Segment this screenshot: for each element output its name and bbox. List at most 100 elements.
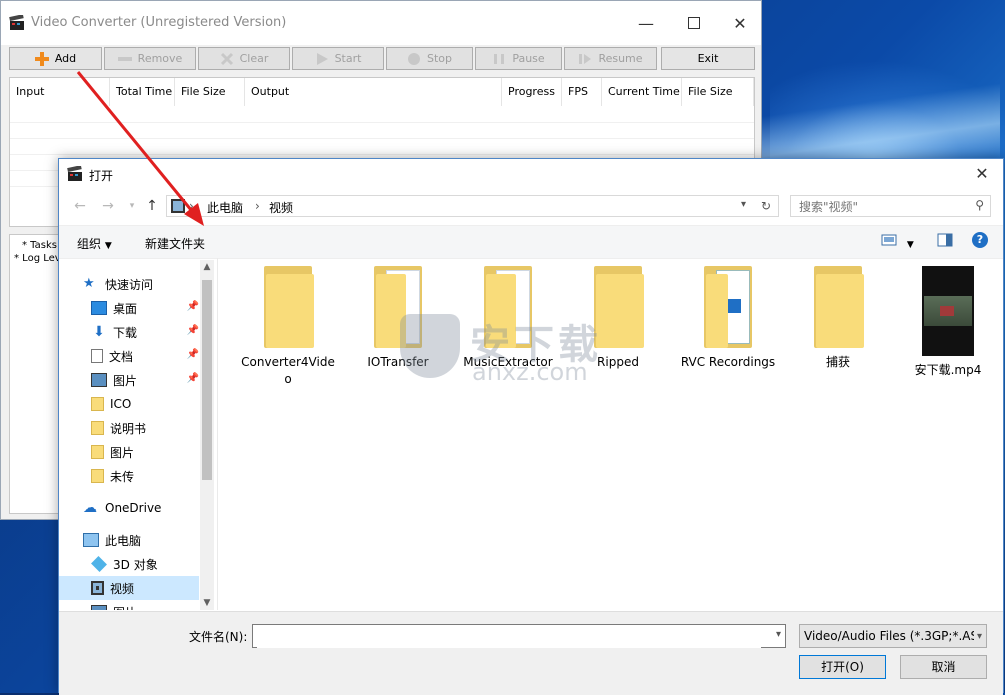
column-header[interactable]: File Size bbox=[682, 78, 754, 106]
nav-item-pc-pictures[interactable]: 图片 bbox=[91, 600, 199, 610]
scrollbar-thumb[interactable] bbox=[202, 280, 212, 480]
column-header[interactable]: Output bbox=[245, 78, 502, 106]
nav-label: OneDrive bbox=[105, 501, 162, 515]
organize-menu[interactable]: 组织 ▼ bbox=[77, 235, 112, 252]
log-line: * Log Lev bbox=[14, 253, 59, 264]
add-button[interactable]: Add bbox=[9, 47, 102, 70]
chevron-down-icon: ▼ bbox=[906, 240, 914, 250]
file-name: RVC Recordings bbox=[680, 355, 776, 369]
file-item[interactable]: MusicExtractor bbox=[460, 266, 556, 371]
close-button[interactable]: ✕ bbox=[717, 1, 763, 45]
search-box[interactable]: ⚲ bbox=[790, 195, 991, 217]
nav-item-videos[interactable]: 视频 bbox=[59, 576, 199, 600]
filetype-select[interactable]: Video/Audio Files (*.3GP;*.AS ▾ bbox=[799, 624, 987, 648]
filename-field[interactable]: ▾ bbox=[252, 624, 786, 648]
clear-label: Clear bbox=[239, 52, 269, 65]
x-icon bbox=[220, 52, 233, 65]
stop-label: Stop bbox=[426, 52, 452, 65]
scroll-down-icon[interactable]: ▼ bbox=[200, 598, 214, 608]
filename-input[interactable] bbox=[257, 626, 761, 648]
minimize-button[interactable]: — bbox=[623, 1, 669, 45]
nav-item-downloads[interactable]: ⬇ 下载 📌 bbox=[91, 320, 199, 344]
maximize-icon bbox=[688, 17, 700, 29]
scroll-up-icon[interactable]: ▲ bbox=[200, 262, 214, 272]
resume-button[interactable]: Resume bbox=[564, 47, 657, 70]
preview-pane-icon bbox=[937, 233, 953, 247]
folder-icon bbox=[592, 266, 644, 348]
column-header[interactable]: FPS bbox=[562, 78, 602, 106]
nav-quick-access[interactable]: ★ 快速访问 bbox=[83, 272, 215, 296]
file-item[interactable]: Ripped bbox=[570, 266, 666, 371]
navigation-pane: ★ 快速访问 桌面 📌 ⬇ 下载 📌 文档 📌 图片 📌 ICO 说明书 图片 … bbox=[59, 258, 215, 610]
breadcrumb-this-pc[interactable]: 此电脑 bbox=[207, 199, 243, 216]
folder-icon bbox=[91, 421, 104, 435]
nav-scrollbar[interactable]: ▲ ▼ bbox=[200, 260, 214, 610]
file-item[interactable]: IOTransfer bbox=[350, 266, 446, 371]
file-item[interactable]: RVC Recordings bbox=[680, 266, 776, 371]
dialog-footer: 文件名(N): ▾ Video/Audio Files (*.3GP;*.AS … bbox=[59, 611, 1003, 695]
breadcrumb-videos[interactable]: 视频 bbox=[269, 199, 293, 216]
help-button[interactable]: ? bbox=[972, 232, 988, 248]
pause-icon bbox=[494, 53, 505, 64]
column-header[interactable]: Input bbox=[10, 78, 110, 106]
forward-button[interactable]: → bbox=[99, 197, 117, 215]
nav-onedrive[interactable]: ☁ OneDrive bbox=[83, 496, 215, 520]
clear-button[interactable]: Clear bbox=[198, 47, 290, 70]
resume-icon bbox=[579, 53, 592, 64]
up-button[interactable]: ↑ bbox=[143, 197, 161, 215]
pause-button[interactable]: Pause bbox=[475, 47, 562, 70]
table-row bbox=[10, 122, 754, 123]
file-item[interactable]: 捕获 bbox=[790, 266, 886, 371]
remove-button[interactable]: Remove bbox=[104, 47, 196, 70]
nav-this-pc[interactable]: 此电脑 bbox=[83, 528, 215, 552]
file-item[interactable]: Converter4Video bbox=[240, 266, 336, 388]
nav-label: 未传 bbox=[110, 469, 135, 484]
table-row bbox=[10, 138, 754, 139]
nav-item-pictures[interactable]: 图片 📌 bbox=[91, 368, 199, 392]
chevron-down-icon[interactable]: ▾ bbox=[776, 629, 781, 640]
command-bar: 组织 ▼ 新建文件夹 ▼ ? bbox=[59, 225, 1003, 259]
refresh-icon[interactable]: ↻ bbox=[761, 199, 771, 213]
address-dropdown-icon[interactable]: ▾ bbox=[741, 199, 746, 210]
column-header[interactable]: Total Time bbox=[110, 78, 175, 106]
stop-icon bbox=[407, 52, 420, 65]
nav-label: 下载 bbox=[113, 325, 138, 340]
file-name: Converter4Video bbox=[241, 355, 335, 386]
nav-item-desktop[interactable]: 桌面 📌 bbox=[91, 296, 199, 320]
folder-icon bbox=[812, 266, 864, 348]
address-bar[interactable]: › 此电脑 › 视频 ▾ ↻ bbox=[166, 195, 779, 217]
cancel-button[interactable]: 取消 bbox=[900, 655, 987, 679]
nav-item-ico[interactable]: ICO bbox=[91, 392, 199, 416]
nav-item-3d-objects[interactable]: 3D 对象 bbox=[91, 552, 199, 576]
dialog-titlebar: 打开 ✕ bbox=[59, 159, 1003, 189]
open-button[interactable]: 打开(O) bbox=[799, 655, 886, 679]
exit-button[interactable]: Exit bbox=[661, 47, 755, 70]
file-item[interactable]: 安下载.mp4 bbox=[900, 266, 996, 379]
new-folder-button[interactable]: 新建文件夹 bbox=[145, 235, 205, 252]
column-header[interactable]: File Size bbox=[175, 78, 245, 106]
nav-item-pictures-folder[interactable]: 图片 bbox=[91, 440, 199, 464]
folder-icon bbox=[262, 266, 314, 348]
view-options-button[interactable]: ▼ bbox=[881, 233, 914, 250]
dialog-close-button[interactable]: ✕ bbox=[967, 163, 997, 185]
start-label: Start bbox=[334, 52, 362, 65]
app-title: Video Converter (Unregistered Version) bbox=[31, 15, 287, 30]
recent-locations-button[interactable]: ▾ bbox=[123, 197, 141, 215]
start-button[interactable]: Start bbox=[292, 47, 384, 70]
stop-button[interactable]: Stop bbox=[386, 47, 473, 70]
column-header[interactable]: Current Time bbox=[602, 78, 682, 106]
nav-label: ICO bbox=[110, 397, 132, 411]
log-panel[interactable]: * Tasks * Log Lev bbox=[9, 234, 59, 514]
nav-label: 图片 bbox=[113, 373, 138, 388]
nav-item-documents[interactable]: 文档 📌 bbox=[91, 344, 199, 368]
nav-item-unuploaded[interactable]: 未传 bbox=[91, 464, 199, 488]
organize-label: 组织 bbox=[77, 237, 102, 251]
maximize-button[interactable] bbox=[671, 1, 717, 45]
preview-pane-button[interactable] bbox=[937, 233, 953, 250]
arrow-right-icon: → bbox=[102, 198, 114, 214]
search-input[interactable] bbox=[797, 197, 971, 217]
nav-item-manual[interactable]: 说明书 bbox=[91, 416, 199, 440]
column-header[interactable]: Progress bbox=[502, 78, 562, 106]
folder-icon bbox=[91, 469, 104, 483]
back-button[interactable]: ← bbox=[71, 197, 89, 215]
